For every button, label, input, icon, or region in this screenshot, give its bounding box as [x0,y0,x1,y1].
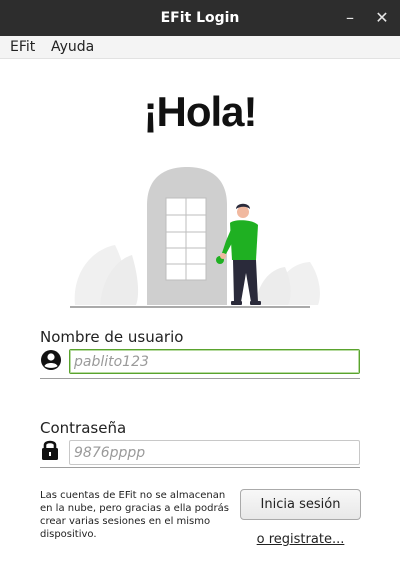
password-divider [40,467,360,468]
username-label: Nombre de usuario [40,328,184,346]
password-label: Contraseña [40,419,127,437]
menu-bar: EFit Ayuda [0,36,400,59]
username-input[interactable] [69,349,360,374]
menu-ayuda[interactable]: Ayuda [51,38,94,56]
menu-efit[interactable]: EFit [10,38,35,56]
username-divider [40,378,360,379]
close-icon[interactable]: ✕ [364,0,400,36]
person-at-door-illustration [70,165,330,314]
minimize-icon[interactable]: – [332,0,368,36]
user-circle-icon [40,349,62,375]
storage-note: Las cuentas de EFit no se almacenan en l… [40,490,229,540]
password-input[interactable] [69,440,360,465]
lock-icon [40,439,60,465]
register-link[interactable]: o registrate... [250,532,351,547]
greeting-heading: ¡Hola! [143,88,258,135]
login-button[interactable]: Inicia sesión [240,489,361,520]
title-bar: EFit Login – ✕ [0,0,400,36]
